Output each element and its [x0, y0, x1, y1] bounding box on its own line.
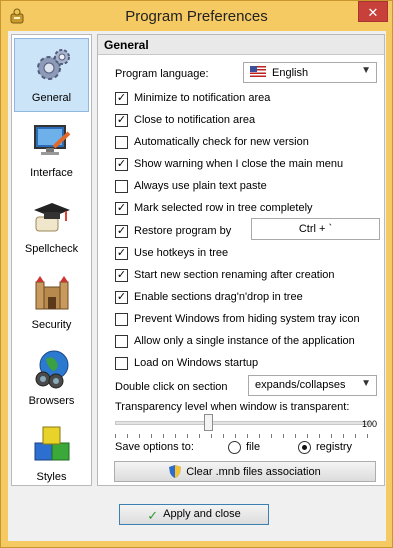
checkbox-unchecked[interactable]: [115, 180, 128, 193]
option-label: Use hotkeys in tree: [134, 247, 229, 259]
option-label: Close to notification area: [134, 114, 256, 126]
blocks-icon: [34, 426, 70, 461]
option-label: Automatically check for new version: [134, 136, 309, 148]
checkbox-checked[interactable]: ✓: [115, 247, 128, 260]
checkbox-unchecked[interactable]: [115, 357, 128, 370]
us-flag-icon: [250, 66, 266, 77]
sidebar-item-styles[interactable]: Styles: [14, 418, 89, 492]
clear-button-label: Clear .mnb files association: [186, 466, 321, 478]
sidebar-item-label: General: [31, 92, 72, 104]
checkbox-checked[interactable]: ✓: [115, 291, 128, 304]
checkbox-unchecked[interactable]: [115, 313, 128, 326]
sidebar-item-general[interactable]: General: [14, 38, 89, 112]
option-label: Show warning when I close the main menu: [134, 158, 344, 170]
globe-binoculars-icon: [35, 350, 69, 389]
double-click-label: Double click on section: [115, 381, 228, 393]
radio-unchecked[interactable]: [228, 441, 241, 454]
apply-and-close-button[interactable]: ✓ Apply and close: [119, 504, 269, 525]
checkbox-unchecked[interactable]: [115, 136, 128, 149]
checkbox-checked[interactable]: ✓: [115, 269, 128, 282]
chevron-down-icon: ▼: [361, 65, 371, 76]
language-value: English: [272, 67, 309, 79]
transparency-label: Transparency level when window is transp…: [115, 401, 350, 413]
close-button[interactable]: ✕: [358, 1, 388, 22]
category-sidebar: General Interface Spellcheck Security Br…: [11, 34, 92, 486]
double-click-value: expands/collapses: [255, 379, 346, 391]
option-label: Mark selected row in tree completely: [134, 202, 313, 214]
general-settings-panel: General Program language: English ▼ ✓ Mi…: [97, 34, 385, 486]
checkbox-checked[interactable]: ✓: [115, 225, 128, 238]
language-select[interactable]: English ▼: [243, 62, 377, 83]
close-icon: ✕: [367, 5, 379, 20]
graduation-cap-icon: [34, 203, 70, 232]
checkmark-icon: ✓: [147, 508, 159, 523]
option-label: Restore program by: [134, 225, 232, 237]
shield-icon: [169, 465, 182, 478]
sidebar-item-security[interactable]: Security: [14, 266, 89, 340]
transparency-slider-thumb[interactable]: [204, 414, 213, 431]
title-bar[interactable]: Program Preferences ✕: [1, 1, 392, 31]
preferences-window: Program Preferences ✕ General Interface …: [0, 0, 393, 548]
apply-button-label: Apply and close: [163, 508, 241, 520]
option-label: Load on Windows startup: [134, 357, 259, 369]
castle-icon: [35, 276, 69, 310]
option-label: Start new section renaming after creatio…: [134, 269, 335, 281]
double-click-select[interactable]: expands/collapses ▼: [248, 375, 377, 396]
option-label: Allow only a single instance of the appl…: [134, 335, 355, 347]
option-label: Enable sections drag'n'drop in tree: [134, 291, 303, 303]
chevron-down-icon: ▼: [361, 378, 371, 389]
sidebar-item-spellcheck[interactable]: Spellcheck: [14, 190, 89, 264]
sidebar-item-label: Security: [31, 319, 72, 331]
radio-checked[interactable]: [298, 441, 311, 454]
sidebar-item-label: Spellcheck: [24, 243, 79, 255]
checkbox-checked[interactable]: ✓: [115, 202, 128, 215]
panel-title: General: [98, 35, 384, 55]
radio-label: file: [246, 441, 261, 453]
option-label: Prevent Windows from hiding system tray …: [134, 313, 360, 325]
checkbox-checked[interactable]: ✓: [115, 158, 128, 171]
sidebar-item-label: Styles: [36, 471, 67, 483]
slider-ticks: [115, 434, 370, 438]
sidebar-item-browsers[interactable]: Browsers: [14, 342, 89, 416]
language-label: Program language:: [115, 68, 209, 80]
window-title: Program Preferences: [125, 8, 268, 25]
option-label: Minimize to notification area: [134, 92, 271, 104]
checkbox-checked[interactable]: ✓: [115, 114, 128, 127]
gears-icon: [37, 49, 70, 80]
window-client: General Interface Spellcheck Security Br…: [8, 31, 386, 541]
transparency-slider-track[interactable]: [115, 421, 370, 425]
option-label: Always use plain text paste: [134, 180, 267, 192]
sidebar-item-label: Browsers: [28, 395, 75, 407]
transparency-value: 100: [362, 419, 378, 429]
sidebar-item-label: Interface: [30, 167, 73, 179]
checkbox-unchecked[interactable]: [115, 335, 128, 348]
clear-mnb-association-button[interactable]: Clear .mnb files association: [114, 461, 376, 482]
restore-hotkey-input[interactable]: Ctrl + `: [251, 218, 380, 240]
save-options-label: Save options to:: [115, 441, 194, 453]
checkbox-checked[interactable]: ✓: [115, 92, 128, 105]
radio-label: registry: [316, 441, 353, 453]
monitor-icon: [34, 125, 71, 155]
sidebar-item-interface[interactable]: Interface: [14, 114, 89, 188]
